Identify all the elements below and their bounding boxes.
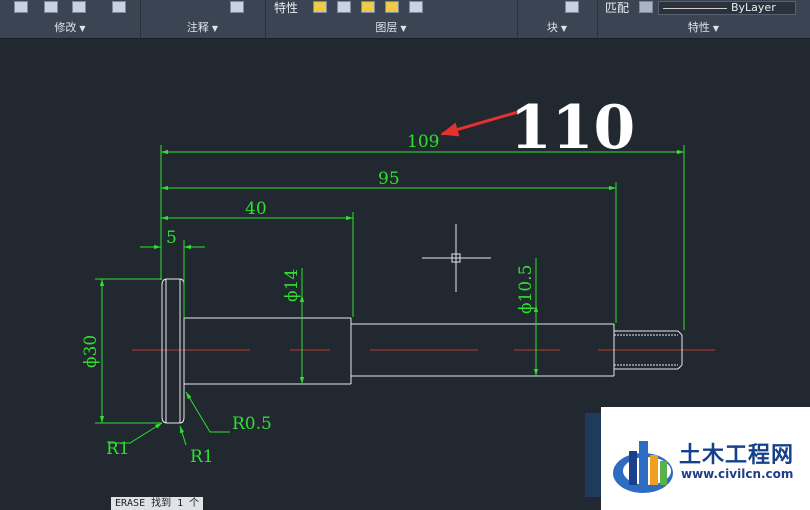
handwritten-annotation: 110 xyxy=(510,93,635,163)
layer-freeze-icon[interactable] xyxy=(385,1,399,13)
diameter-10-5: ϕ10.5 xyxy=(516,265,536,314)
watermark-url: www.civilcn.com xyxy=(681,467,794,481)
ribbon-group-label[interactable]: 图层 ▼ xyxy=(265,19,517,35)
linetype-value: ByLayer xyxy=(731,1,776,14)
radius-r1-right: R1 xyxy=(190,447,214,467)
ribbon-group-label[interactable]: 修改 ▼ xyxy=(0,19,140,35)
layer-isolate-icon[interactable] xyxy=(361,1,375,13)
dimension-95: 95 xyxy=(378,169,400,189)
ribbon-group-annotate: 注释 ▼ xyxy=(140,0,266,38)
chevron-down-icon: ▼ xyxy=(560,24,568,33)
match-properties-button[interactable]: 匹配 xyxy=(605,0,629,16)
ribbon-group-label[interactable]: 特性 ▼ xyxy=(597,19,810,35)
dimension-lines xyxy=(95,145,685,446)
radius-r1-left: R1 xyxy=(106,439,130,459)
ribbon-group-layers: 特性 图层 ▼ xyxy=(265,0,518,38)
watermark-logo: 土木工程网 www.civilcn.com xyxy=(601,407,810,510)
chevron-down-icon: ▼ xyxy=(79,24,86,33)
layer-state-icon[interactable] xyxy=(313,1,327,13)
table-icon[interactable] xyxy=(230,1,244,13)
move-icon[interactable] xyxy=(14,1,28,13)
watermark-shadow xyxy=(585,413,601,497)
radius-r0-5: R0.5 xyxy=(232,414,272,434)
dimension-5: 5 xyxy=(166,228,177,248)
chevron-down-icon: ▼ xyxy=(211,24,219,33)
chevron-down-icon: ▼ xyxy=(400,24,407,33)
layer-lock-icon[interactable] xyxy=(409,1,423,13)
copy-icon[interactable] xyxy=(44,1,58,13)
ribbon-group-modify: 修改 ▼ xyxy=(0,0,141,38)
ribbon-group-block: 块 ▼ xyxy=(517,0,598,38)
ribbon-group-label[interactable]: 块 ▼ xyxy=(517,19,597,35)
linetype-select[interactable]: ByLayer xyxy=(658,1,796,15)
chevron-down-icon: ▼ xyxy=(712,24,720,33)
array-icon[interactable] xyxy=(72,1,86,13)
diameter-30: ϕ30 xyxy=(81,335,101,368)
command-line[interactable]: ERASE 找到 1 个 xyxy=(111,497,204,510)
layer-match-icon[interactable] xyxy=(337,1,351,13)
dimension-40: 40 xyxy=(245,199,267,219)
block-edit-icon[interactable] xyxy=(565,1,579,13)
ribbon-group-label[interactable]: 注释 ▼ xyxy=(140,19,265,35)
annotation-arrow xyxy=(440,110,519,137)
ribbon: 修改 ▼ 注释 ▼ 特性 图层 ▼ 块 ▼ 匹配 特性 ▼ ByLayer xyxy=(0,0,810,39)
layer-properties-button[interactable]: 特性 xyxy=(274,0,298,16)
stretch-icon[interactable] xyxy=(112,1,126,13)
lineweight-icon[interactable] xyxy=(639,1,653,13)
crosshair-cursor-icon xyxy=(422,224,491,292)
dimension-overall-length: 109 xyxy=(407,132,439,152)
watermark-title: 土木工程网 xyxy=(679,443,795,468)
diameter-14: ϕ14 xyxy=(282,269,302,302)
shaft-outline xyxy=(161,278,683,424)
building-logo-icon xyxy=(613,441,673,493)
